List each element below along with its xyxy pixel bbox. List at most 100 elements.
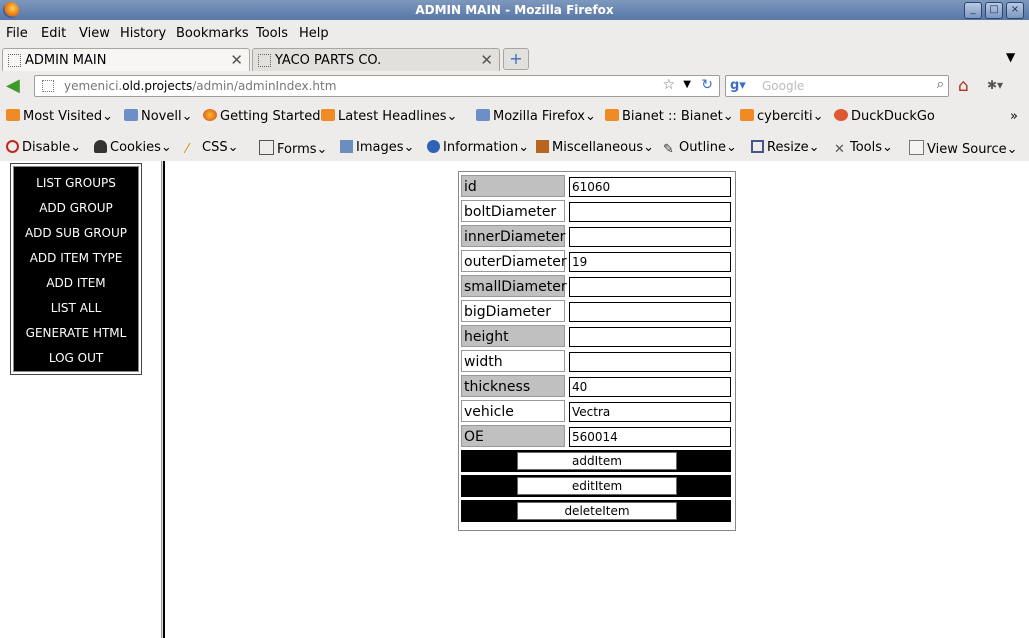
menu-tools[interactable]: Tools — [256, 26, 288, 41]
id-field[interactable] — [569, 177, 731, 197]
outer-diameter-input[interactable] — [570, 253, 729, 271]
delete-item-row: deleteItem — [461, 500, 731, 522]
dev-information[interactable]: Information⌄ — [427, 140, 529, 155]
new-tab-button[interactable]: + — [503, 48, 529, 70]
url-history-dropdown-icon[interactable]: ▼ — [683, 79, 691, 90]
bookmark-most-visited[interactable]: Most Visited⌄ — [6, 109, 113, 124]
bookmark-bianet[interactable]: Bianet :: Bianet⌄ — [605, 109, 734, 124]
back-arrow-icon[interactable]: ◀ — [6, 77, 24, 95]
vehicle-input[interactable] — [570, 403, 729, 421]
oe-input[interactable] — [570, 428, 729, 446]
dev-outline[interactable]: ✎ Outline⌄ — [663, 140, 737, 157]
dev-cookies[interactable]: Cookies⌄ — [94, 140, 172, 155]
window-title-bar: ADMIN MAIN - Mozilla Firefox _ □ × — [0, 0, 1029, 20]
dev-disable[interactable]: Disable⌄ — [6, 140, 81, 155]
maximize-button[interactable]: □ — [985, 2, 1003, 19]
add-item-button[interactable]: addItem — [517, 452, 677, 470]
bookmark-novell[interactable]: Novell⌄ — [124, 109, 193, 124]
outline-pencil-icon: ✎ — [663, 142, 674, 157]
images-icon — [340, 140, 353, 153]
close-window-button[interactable]: × — [1006, 2, 1024, 19]
edit-item-button[interactable]: editItem — [517, 477, 677, 495]
label-small-diameter: smallDiameter — [461, 275, 567, 297]
url-text[interactable]: yemenici.old.projects/admin/adminIndex.h… — [64, 79, 336, 93]
menu-bookmarks[interactable]: Bookmarks — [176, 26, 249, 41]
reload-icon[interactable]: ↻ — [701, 77, 713, 93]
dev-tools[interactable]: ✕ Tools⌄ — [834, 140, 893, 157]
folder-icon — [476, 109, 490, 121]
page-favicon-icon — [258, 54, 271, 67]
tab-label: ADMIN MAIN — [25, 53, 107, 68]
menu-add-item[interactable]: ADD ITEM — [14, 271, 138, 296]
bolt-diameter-field[interactable] — [569, 202, 731, 222]
bookmark-getting-started[interactable]: Getting Started — [203, 109, 321, 124]
vehicle-field[interactable] — [569, 402, 731, 422]
label-vehicle: vehicle — [461, 400, 565, 422]
bookmark-cyberciti[interactable]: cyberciti⌄ — [740, 109, 824, 124]
menu-list-groups[interactable]: LIST GROUPS — [14, 171, 138, 196]
menu-list-all[interactable]: LIST ALL — [14, 296, 138, 321]
bookmark-star-icon[interactable]: ☆ — [662, 77, 675, 93]
menu-add-item-type[interactable]: ADD ITEM TYPE — [14, 246, 138, 271]
site-identity-icon[interactable] — [42, 80, 54, 92]
bookmark-duckduckgo[interactable]: DuckDuckGo — [834, 109, 935, 124]
bolt-diameter-input[interactable] — [570, 203, 729, 221]
bookmarks-overflow-icon[interactable]: » — [1010, 109, 1018, 124]
dev-forms[interactable]: Forms⌄ — [259, 140, 327, 157]
thickness-field[interactable] — [569, 377, 731, 397]
dev-miscellaneous[interactable]: Miscellaneous⌄ — [536, 140, 654, 155]
menu-view[interactable]: View — [79, 26, 110, 41]
thickness-input[interactable] — [570, 378, 729, 396]
id-input[interactable] — [570, 178, 729, 196]
bookmark-latest-headlines[interactable]: Latest Headlines⌄ — [321, 109, 457, 124]
resize-icon — [751, 140, 764, 153]
bookmark-mozilla-firefox[interactable]: Mozilla Firefox⌄ — [476, 109, 596, 124]
tab-admin-main[interactable]: ADMIN MAIN ✕ — [2, 48, 250, 71]
search-magnifier-icon[interactable]: ⌕ — [937, 77, 944, 92]
menu-help[interactable]: Help — [299, 26, 329, 41]
small-diameter-field[interactable] — [569, 277, 731, 297]
delete-item-button[interactable]: deleteItem — [517, 502, 677, 520]
width-input[interactable] — [570, 353, 729, 371]
menu-add-sub-group[interactable]: ADD SUB GROUP — [14, 221, 138, 246]
tab-list-chevron-icon[interactable]: ▼ — [1006, 50, 1015, 64]
menu-log-out[interactable]: LOG OUT — [14, 346, 138, 371]
minimize-button[interactable]: _ — [964, 2, 982, 19]
page-favicon-icon — [8, 54, 21, 67]
outer-diameter-field[interactable] — [569, 252, 731, 272]
dev-css[interactable]: ⁄ CSS⌄ — [186, 140, 239, 157]
miscellaneous-icon — [536, 140, 549, 153]
width-field[interactable] — [569, 352, 731, 372]
close-tab-icon[interactable]: ✕ — [480, 51, 493, 69]
tab-yaco-parts[interactable]: YACO PARTS CO. ✕ — [252, 48, 500, 71]
edit-item-row: editItem — [461, 475, 731, 497]
search-box[interactable]: g▾ Google ⌕ — [725, 75, 949, 97]
menu-file[interactable]: File — [6, 26, 28, 41]
admin-menu: LIST GROUPS ADD GROUP ADD SUB GROUP ADD … — [10, 163, 142, 375]
rss-icon — [740, 109, 754, 121]
inner-diameter-field[interactable] — [569, 227, 731, 247]
dev-images[interactable]: Images⌄ — [340, 140, 414, 155]
dev-view-source[interactable]: View Source⌄ — [909, 140, 1018, 157]
close-tab-icon[interactable]: ✕ — [230, 51, 243, 69]
big-diameter-input[interactable] — [570, 303, 729, 321]
home-icon[interactable]: ⌂ — [958, 76, 969, 96]
height-input[interactable] — [570, 328, 729, 346]
oe-field[interactable] — [569, 427, 731, 447]
dev-resize[interactable]: Resize⌄ — [751, 140, 820, 155]
disable-icon — [6, 140, 19, 153]
google-engine-icon[interactable]: g▾ — [730, 78, 746, 93]
menu-edit[interactable]: Edit — [41, 26, 66, 41]
label-inner-diameter: innerDiameter — [461, 225, 565, 247]
url-bar[interactable]: yemenici.old.projects/admin/adminIndex.h… — [34, 75, 720, 97]
addon-icon[interactable]: ✱▾ — [987, 78, 1003, 92]
height-field[interactable] — [569, 327, 731, 347]
cookies-icon — [94, 140, 107, 153]
menu-history[interactable]: History — [120, 26, 166, 41]
menu-add-group[interactable]: ADD GROUP — [14, 196, 138, 221]
inner-diameter-input[interactable] — [570, 228, 729, 246]
frame-divider[interactable] — [161, 161, 165, 638]
big-diameter-field[interactable] — [569, 302, 731, 322]
menu-generate-html[interactable]: GENERATE HTML — [14, 321, 138, 346]
small-diameter-input[interactable] — [570, 278, 729, 296]
